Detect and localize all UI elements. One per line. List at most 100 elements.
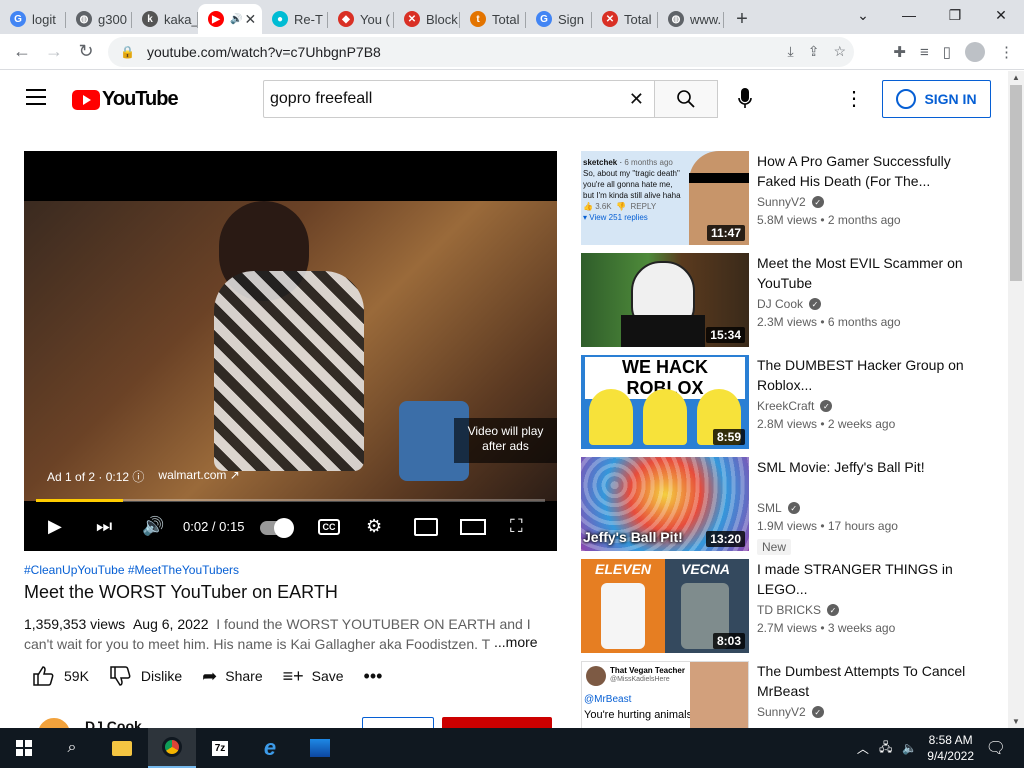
search-input[interactable]: gopro freefeall ✕ <box>263 80 655 118</box>
photos-app-icon[interactable] <box>296 728 344 768</box>
youtube-logo[interactable]: YouTube <box>72 88 179 111</box>
captions-icon[interactable]: CC <box>318 519 340 535</box>
start-button[interactable] <box>0 728 48 768</box>
new-tab-button[interactable]: + <box>724 4 760 34</box>
recommendation-item[interactable]: 15:34 Meet the Most EVIL Scammer on YouT… <box>581 253 981 347</box>
channel-name[interactable]: SunnyV2 ✓ <box>757 705 824 719</box>
video-player[interactable]: Video will play after ads Ad 1 of 2 · 0:… <box>24 151 557 551</box>
progress-bar[interactable] <box>36 499 545 502</box>
browser-tab[interactable]: Glogit <box>0 4 66 34</box>
browser-tab[interactable]: ✕ Block <box>394 4 460 34</box>
profile-avatar[interactable] <box>965 42 985 62</box>
browser-tab[interactable]: ● Re-T <box>262 4 328 34</box>
save-button[interactable]: ≡+ Save <box>283 666 344 687</box>
chrome-icon[interactable] <box>148 728 196 768</box>
thumbnail[interactable]: 15:34 <box>581 253 749 347</box>
browser-tab[interactable]: G Sign <box>526 4 592 34</box>
page-scrollbar[interactable]: ▲ ▼ <box>1008 71 1024 728</box>
thumbnail[interactable]: sketchek · 6 months ago So, about my "tr… <box>581 151 749 245</box>
thumbnail[interactable]: WE HACK ROBLOX 8:59 <box>581 355 749 449</box>
settings-kebab-icon[interactable]: ⋮ <box>844 86 864 111</box>
recommendation-item[interactable]: Jeffy's Ball Pit! 13:20 SML Movie: Jeffy… <box>581 457 981 555</box>
minimize-button[interactable]: — <box>886 0 932 30</box>
autoplay-toggle[interactable] <box>260 518 294 538</box>
browser-tab[interactable]: ◆ You ( <box>328 4 394 34</box>
close-window-button[interactable]: ✕ <box>978 0 1024 30</box>
thumbnail[interactable]: ELEVEN VECNA 8:03 <box>581 559 749 653</box>
browser-tab[interactable]: ▶ 🔊 ✕ <box>198 4 262 34</box>
browser-tab[interactable]: t Total <box>460 4 526 34</box>
sign-in-button[interactable]: SIGN IN <box>882 80 991 118</box>
side-panel-icon[interactable]: ▯ <box>943 43 951 61</box>
hamburger-menu-icon[interactable] <box>26 89 46 105</box>
reload-button[interactable]: ↻ <box>70 36 102 68</box>
more-button[interactable]: ...more <box>490 634 538 650</box>
browser-tab[interactable]: ◍ g300 <box>66 4 132 34</box>
search-button[interactable] <box>654 80 718 118</box>
tab-close-icon[interactable]: ✕ <box>244 11 256 28</box>
channel-name[interactable]: SunnyV2 ✓ <box>757 195 824 209</box>
video-title[interactable]: How A Pro Gamer Successfully Faked His D… <box>757 151 967 191</box>
forward-button[interactable]: → <box>38 36 70 68</box>
tray-chevron-icon[interactable]: ︿ <box>857 740 869 757</box>
tab-audio-icon[interactable]: 🔊 <box>230 14 242 25</box>
share-button[interactable]: ➦ Share <box>202 666 262 687</box>
scroll-down-arrow-icon[interactable]: ▼ <box>1012 717 1020 726</box>
video-title[interactable]: I made STRANGER THINGS in LEGO... <box>757 559 967 599</box>
back-button[interactable]: ← <box>6 36 38 68</box>
network-icon[interactable]: 🖧 <box>879 738 892 759</box>
file-explorer-icon[interactable] <box>98 728 146 768</box>
tab-search-chevron-icon[interactable]: ⌄ <box>840 0 886 30</box>
recommendation-item[interactable]: sketchek · 6 months ago So, about my "tr… <box>581 151 981 245</box>
theater-mode-icon[interactable] <box>460 519 486 535</box>
fullscreen-icon[interactable]: ⛶ <box>510 516 523 537</box>
media-control-icon[interactable]: ≡ <box>920 44 929 61</box>
video-title[interactable]: Meet the Most EVIL Scammer on YouTube <box>757 253 967 293</box>
video-title[interactable]: The Dumbest Attempts To Cancel MrBeast <box>757 661 967 701</box>
description-box[interactable]: 1,359,353 views Aug 6, 2022 I found the … <box>24 614 544 654</box>
taskbar-search-icon[interactable]: ⌕ <box>48 728 96 768</box>
video-title[interactable]: The DUMBEST Hacker Group on Roblox... <box>757 355 967 395</box>
play-button[interactable]: ▶ <box>48 516 62 537</box>
restore-button[interactable]: ❐ <box>932 0 978 30</box>
bookmark-star-icon[interactable]: ☆ <box>833 43 846 60</box>
recommendation-item[interactable]: ELEVEN VECNA 8:03 I made STRANGER THINGS… <box>581 559 981 653</box>
info-icon[interactable]: ⓘ <box>132 470 144 484</box>
channel-name[interactable]: SML ✓ <box>757 501 800 515</box>
address-bar[interactable]: 🔒 youtube.com/watch?v=c7UhbgnP7B8 ⤓ ⇪ ☆ <box>108 37 854 67</box>
browser-menu-icon[interactable]: ⋮ <box>999 43 1014 61</box>
share-icon[interactable]: ⇪ <box>808 43 820 60</box>
channel-name[interactable]: KreekCraft ✓ <box>757 399 833 413</box>
channel-name[interactable]: DJ Cook ✓ <box>757 297 822 311</box>
ad-site-link[interactable]: walmart.com ↗ <box>158 468 239 485</box>
scrollbar-thumb[interactable] <box>1010 85 1022 281</box>
volume-icon[interactable]: 🔊 <box>142 516 164 537</box>
internet-explorer-icon[interactable]: e <box>246 728 294 768</box>
thumbnail[interactable]: That Vegan Teacher @MissKadielsHere @MrB… <box>581 661 749 728</box>
browser-tab[interactable]: k kaka_ <box>132 4 198 34</box>
clock[interactable]: 8:58 AM 9/4/2022 <box>927 732 974 764</box>
browser-tab[interactable]: ✕ Total <box>592 4 658 34</box>
channel-name[interactable]: TD BRICKS ✓ <box>757 603 840 617</box>
miniplayer-icon[interactable] <box>414 518 438 536</box>
next-button[interactable]: ⏭ <box>96 516 112 537</box>
extensions-icon[interactable]: ✚ <box>893 43 906 61</box>
thumbnail[interactable]: Jeffy's Ball Pit! 13:20 <box>581 457 749 551</box>
speaker-icon[interactable]: 🔈 <box>902 741 917 755</box>
settings-gear-icon[interactable]: ⚙ <box>366 516 382 537</box>
dislike-button[interactable]: Dislike <box>109 666 182 686</box>
7zip-icon[interactable]: 7z <box>196 728 244 768</box>
like-button[interactable]: 59K <box>24 666 89 686</box>
tab-favicon-icon: ◆ <box>338 11 354 27</box>
video-title[interactable]: SML Movie: Jeffy's Ball Pit! <box>757 457 967 477</box>
clear-search-icon[interactable]: ✕ <box>629 89 644 110</box>
notifications-icon[interactable]: 🗨 <box>986 738 1006 758</box>
voice-search-button[interactable] <box>733 84 757 114</box>
browser-tab[interactable]: ◍ www. <box>658 4 724 34</box>
more-actions-button[interactable]: ••• <box>364 666 391 687</box>
install-icon[interactable]: ⤓ <box>788 43 794 60</box>
hashtags[interactable]: #CleanUpYouTube #MeetTheYouTubers <box>24 563 239 577</box>
recommendation-item[interactable]: That Vegan Teacher @MissKadielsHere @MrB… <box>581 661 981 728</box>
recommendation-item[interactable]: WE HACK ROBLOX 8:59 The DUMBEST Hacker G… <box>581 355 981 449</box>
scroll-up-arrow-icon[interactable]: ▲ <box>1012 73 1020 82</box>
